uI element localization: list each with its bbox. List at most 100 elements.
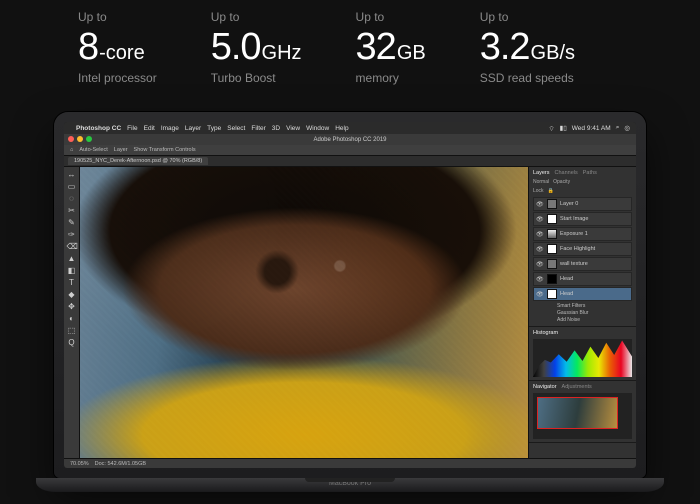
opt-show-transform[interactable]: Show Transform Controls <box>134 147 196 153</box>
blend-mode[interactable]: Normal <box>533 179 549 185</box>
brush-tool-icon[interactable]: ✑ <box>67 230 77 240</box>
menu-3d[interactable]: 3D <box>272 125 280 132</box>
ps-window-title: Adobe Photoshop CC 2019 <box>313 137 386 143</box>
layer-thumb[interactable] <box>547 214 557 224</box>
battery-icon[interactable]: ▮▯ <box>560 124 567 132</box>
menubar-app-name[interactable]: Photoshop CC <box>76 125 121 132</box>
menu-view[interactable]: View <box>286 125 300 132</box>
minimize-icon[interactable] <box>77 136 83 142</box>
menu-file[interactable]: File <box>127 125 137 132</box>
lock-label[interactable]: Lock <box>533 188 544 194</box>
lock-icon[interactable]: 🔒 <box>548 188 554 194</box>
layer-row[interactable]: 👁wall texture <box>533 257 632 271</box>
layer-row[interactable]: 👁Layer 0 <box>533 197 632 211</box>
menubar-clock[interactable]: Wed 9:41 AM <box>572 125 611 132</box>
fg-bg-swatch-icon[interactable]: ⬚ <box>67 326 77 336</box>
zoom-tool-icon[interactable]: ◐ <box>67 314 77 324</box>
visibility-icon[interactable]: 👁 <box>536 261 544 268</box>
layer-row[interactable]: 👁Exposure 1 <box>533 227 632 241</box>
pen-tool-icon[interactable]: ▲ <box>67 254 77 264</box>
navigator-thumb[interactable] <box>537 397 618 429</box>
specs-row: Up to 8 -core Intel processor Up to 5.0 … <box>0 0 700 85</box>
smart-filters-label: Smart Filters <box>557 303 632 309</box>
layer-row[interactable]: 👁Head <box>533 272 632 286</box>
gradient-tool-icon[interactable]: ◧ <box>67 266 77 276</box>
status-doc: Doc: 542.6M/1.05GB <box>95 461 146 467</box>
layer-thumb[interactable] <box>547 274 557 284</box>
spec-unit: -core <box>99 42 145 65</box>
home-icon[interactable]: ⌂ <box>70 147 73 153</box>
visibility-icon[interactable]: 👁 <box>536 201 544 208</box>
tab-channels[interactable]: Channels <box>555 170 578 176</box>
type-tool-icon[interactable]: T <box>67 278 77 288</box>
hand-tool-icon[interactable]: ✥ <box>67 302 77 312</box>
ps-status-bar[interactable]: 70.05% Doc: 542.6M/1.05GB <box>64 458 636 468</box>
spec-cores: Up to 8 -core Intel processor <box>78 10 157 85</box>
visibility-icon[interactable]: 👁 <box>536 216 544 223</box>
histogram-panel[interactable]: Histogram <box>529 327 636 381</box>
layer-thumb[interactable] <box>547 244 557 254</box>
search-icon[interactable]: ⌕ <box>616 124 620 132</box>
marquee-tool-icon[interactable]: ▭ <box>67 182 77 192</box>
ps-options-bar[interactable]: ⌂ Auto-Select Layer Show Transform Contr… <box>64 145 636 156</box>
ps-canvas[interactable] <box>80 167 528 458</box>
layer-row[interactable]: 👁Head <box>533 287 632 301</box>
crop-tool-icon[interactable]: ✂ <box>67 206 77 216</box>
opt-auto-select[interactable]: Auto-Select <box>79 147 107 153</box>
eraser-tool-icon[interactable]: ⌫ <box>67 242 77 252</box>
menu-filter[interactable]: Filter <box>251 125 265 132</box>
window-controls[interactable] <box>68 136 92 142</box>
ps-body: ↔ ▭ ◌ ✂ ✎ ✑ ⌫ ▲ ◧ T ◆ ✥ ◐ ⬚ Q <box>64 167 636 458</box>
menu-edit[interactable]: Edit <box>144 125 155 132</box>
tab-navigator[interactable]: Navigator <box>533 384 557 390</box>
tab-histogram[interactable]: Histogram <box>533 330 558 336</box>
eyedropper-tool-icon[interactable]: ✎ <box>67 218 77 228</box>
layer-thumb[interactable] <box>547 229 557 239</box>
doc-tab[interactable]: 190525_NYC_Derek-Afternoon.psd @ 70% (RG… <box>68 157 208 165</box>
visibility-icon[interactable]: 👁 <box>536 276 544 283</box>
filter-add-noise[interactable]: Add Noise <box>557 317 632 323</box>
quickmask-icon[interactable]: Q <box>67 338 77 348</box>
visibility-icon[interactable]: 👁 <box>536 231 544 238</box>
smart-filters[interactable]: Smart Filters Gaussian Blur Add Noise <box>533 303 632 323</box>
layer-row[interactable]: 👁Face Highlight <box>533 242 632 256</box>
menu-select[interactable]: Select <box>227 125 245 132</box>
menu-layer[interactable]: Layer <box>185 125 201 132</box>
ps-toolbar[interactable]: ↔ ▭ ◌ ✂ ✎ ✑ ⌫ ▲ ◧ T ◆ ✥ ◐ ⬚ Q <box>64 167 80 458</box>
ps-document-tabs[interactable]: 190525_NYC_Derek-Afternoon.psd @ 70% (RG… <box>64 156 636 167</box>
layers-panel[interactable]: Layers Channels Paths Normal Opacity Loc… <box>529 167 636 327</box>
layer-thumb[interactable] <box>547 259 557 269</box>
layer-row[interactable]: 👁Start Image <box>533 212 632 226</box>
lasso-tool-icon[interactable]: ◌ <box>67 194 77 204</box>
laptop-label: MacBook Pro <box>329 480 371 487</box>
layer-thumb[interactable] <box>547 289 557 299</box>
navigator-panel[interactable]: Navigator Adjustments <box>529 381 636 443</box>
menu-image[interactable]: Image <box>161 125 179 132</box>
navigator-view[interactable] <box>533 393 632 439</box>
visibility-icon[interactable]: 👁 <box>536 291 544 298</box>
menubar-right: ⌔ ▮▯ Wed 9:41 AM ⌕ ◎ <box>549 124 631 133</box>
menu-type[interactable]: Type <box>207 125 221 132</box>
macbook-pro: Photoshop CC File Edit Image Layer Type … <box>54 112 646 492</box>
visibility-icon[interactable]: 👁 <box>536 246 544 253</box>
zoom-icon[interactable] <box>86 136 92 142</box>
screen-bezel: Photoshop CC File Edit Image Layer Type … <box>54 112 646 478</box>
layer-thumb[interactable] <box>547 199 557 209</box>
opt-layer[interactable]: Layer <box>114 147 128 153</box>
move-tool-icon[interactable]: ↔ <box>67 170 77 180</box>
tab-layers[interactable]: Layers <box>533 170 550 176</box>
close-icon[interactable] <box>68 136 74 142</box>
shape-tool-icon[interactable]: ◆ <box>67 290 77 300</box>
layer-list[interactable]: 👁Layer 0 👁Start Image 👁Exposure 1 👁Face … <box>533 197 632 323</box>
menu-window[interactable]: Window <box>306 125 329 132</box>
histogram-graph <box>533 339 632 377</box>
tab-paths[interactable]: Paths <box>583 170 597 176</box>
tab-adjustments[interactable]: Adjustments <box>562 384 592 390</box>
macos-menubar[interactable]: Photoshop CC File Edit Image Layer Type … <box>64 122 636 134</box>
opacity-label[interactable]: Opacity <box>553 179 570 185</box>
status-zoom[interactable]: 70.05% <box>70 461 89 467</box>
wifi-icon[interactable]: ⌔ <box>549 124 555 133</box>
menu-help[interactable]: Help <box>335 125 348 132</box>
siri-icon[interactable]: ◎ <box>624 124 630 132</box>
filter-gaussian-blur[interactable]: Gaussian Blur <box>557 310 632 316</box>
